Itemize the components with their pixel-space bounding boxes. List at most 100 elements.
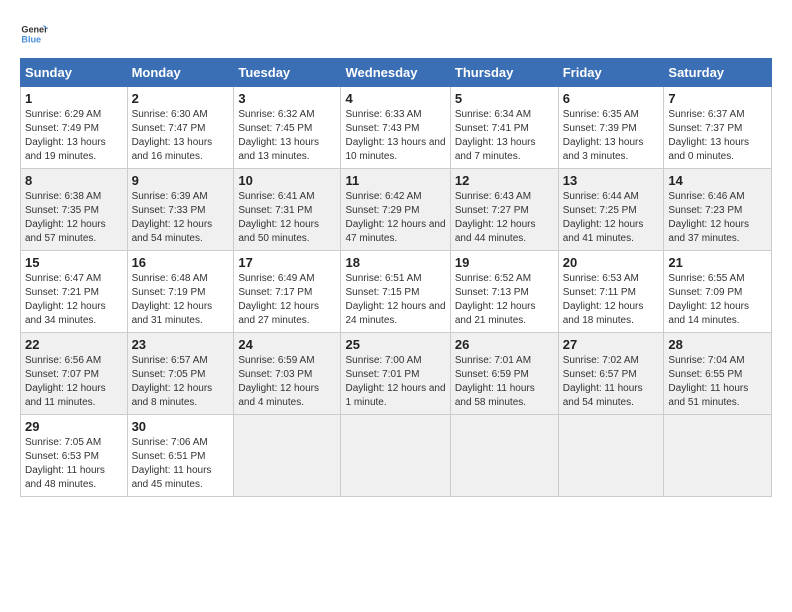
day-info: Sunrise: 7:01 AMSunset: 6:59 PMDaylight:…	[455, 354, 554, 410]
calendar-cell: 14 Sunrise: 6:46 AMSunset: 7:23 PMDayligh…	[664, 169, 772, 251]
day-info: Sunrise: 6:56 AMSunset: 7:07 PMDaylight:…	[25, 354, 123, 410]
calendar-cell	[234, 415, 341, 497]
weekday-header-monday: Monday	[127, 59, 234, 87]
day-info: Sunrise: 6:46 AMSunset: 7:23 PMDaylight:…	[668, 190, 767, 246]
day-info: Sunrise: 6:34 AMSunset: 7:41 PMDaylight:…	[455, 108, 554, 164]
day-info: Sunrise: 6:49 AMSunset: 7:17 PMDaylight:…	[238, 272, 336, 328]
day-info: Sunrise: 6:53 AMSunset: 7:11 PMDaylight:…	[563, 272, 660, 328]
logo-icon: General Blue	[20, 20, 48, 48]
calendar-cell: 26 Sunrise: 7:01 AMSunset: 6:59 PMDayligh…	[450, 333, 558, 415]
day-number: 3	[238, 91, 336, 106]
day-number: 20	[563, 255, 660, 270]
calendar-cell: 9 Sunrise: 6:39 AMSunset: 7:33 PMDaylight…	[127, 169, 234, 251]
day-number: 29	[25, 419, 123, 434]
calendar-cell	[450, 415, 558, 497]
day-info: Sunrise: 6:29 AMSunset: 7:49 PMDaylight:…	[25, 108, 123, 164]
day-number: 13	[563, 173, 660, 188]
day-number: 14	[668, 173, 767, 188]
calendar-cell	[341, 415, 450, 497]
day-info: Sunrise: 7:05 AMSunset: 6:53 PMDaylight:…	[25, 436, 123, 492]
day-info: Sunrise: 6:37 AMSunset: 7:37 PMDaylight:…	[668, 108, 767, 164]
day-number: 10	[238, 173, 336, 188]
day-number: 2	[132, 91, 230, 106]
calendar-cell: 13 Sunrise: 6:44 AMSunset: 7:25 PMDayligh…	[558, 169, 664, 251]
day-info: Sunrise: 7:00 AMSunset: 7:01 PMDaylight:…	[345, 354, 445, 410]
day-info: Sunrise: 7:04 AMSunset: 6:55 PMDaylight:…	[668, 354, 767, 410]
day-number: 21	[668, 255, 767, 270]
calendar-cell: 30 Sunrise: 7:06 AMSunset: 6:51 PMDayligh…	[127, 415, 234, 497]
day-number: 12	[455, 173, 554, 188]
weekday-header-sunday: Sunday	[21, 59, 128, 87]
calendar-cell	[664, 415, 772, 497]
day-number: 8	[25, 173, 123, 188]
calendar-cell: 29 Sunrise: 7:05 AMSunset: 6:53 PMDayligh…	[21, 415, 128, 497]
day-number: 18	[345, 255, 445, 270]
day-number: 16	[132, 255, 230, 270]
day-number: 19	[455, 255, 554, 270]
weekday-header-wednesday: Wednesday	[341, 59, 450, 87]
day-info: Sunrise: 7:02 AMSunset: 6:57 PMDaylight:…	[563, 354, 660, 410]
day-number: 26	[455, 337, 554, 352]
day-info: Sunrise: 6:32 AMSunset: 7:45 PMDaylight:…	[238, 108, 336, 164]
day-info: Sunrise: 6:33 AMSunset: 7:43 PMDaylight:…	[345, 108, 445, 164]
weekday-header-saturday: Saturday	[664, 59, 772, 87]
day-info: Sunrise: 6:51 AMSunset: 7:15 PMDaylight:…	[345, 272, 445, 328]
day-number: 22	[25, 337, 123, 352]
day-info: Sunrise: 6:59 AMSunset: 7:03 PMDaylight:…	[238, 354, 336, 410]
calendar-cell: 4Sunrise: 6:33 AMSunset: 7:43 PMDaylight…	[341, 87, 450, 169]
calendar-cell: 19 Sunrise: 6:52 AMSunset: 7:13 PMDayligh…	[450, 251, 558, 333]
day-number: 30	[132, 419, 230, 434]
day-number: 23	[132, 337, 230, 352]
calendar-cell: 20 Sunrise: 6:53 AMSunset: 7:11 PMDayligh…	[558, 251, 664, 333]
day-number: 5	[455, 91, 554, 106]
svg-text:Blue: Blue	[21, 34, 41, 44]
day-number: 6	[563, 91, 660, 106]
day-number: 1	[25, 91, 123, 106]
calendar-cell: 6 Sunrise: 6:35 AMSunset: 7:39 PMDaylight…	[558, 87, 664, 169]
calendar-cell: 24 Sunrise: 6:59 AMSunset: 7:03 PMDayligh…	[234, 333, 341, 415]
day-info: Sunrise: 6:57 AMSunset: 7:05 PMDaylight:…	[132, 354, 230, 410]
calendar-cell: 25 Sunrise: 7:00 AMSunset: 7:01 PMDayligh…	[341, 333, 450, 415]
calendar-cell: 3 Sunrise: 6:32 AMSunset: 7:45 PMDaylight…	[234, 87, 341, 169]
calendar-cell: 8 Sunrise: 6:38 AMSunset: 7:35 PMDaylight…	[21, 169, 128, 251]
logo: General Blue	[20, 20, 52, 48]
day-info: Sunrise: 6:55 AMSunset: 7:09 PMDaylight:…	[668, 272, 767, 328]
weekday-header-friday: Friday	[558, 59, 664, 87]
day-number: 9	[132, 173, 230, 188]
day-number: 27	[563, 337, 660, 352]
calendar-cell: 27 Sunrise: 7:02 AMSunset: 6:57 PMDayligh…	[558, 333, 664, 415]
weekday-header-tuesday: Tuesday	[234, 59, 341, 87]
day-number: 24	[238, 337, 336, 352]
day-info: Sunrise: 6:39 AMSunset: 7:33 PMDaylight:…	[132, 190, 230, 246]
calendar-cell: 16 Sunrise: 6:48 AMSunset: 7:19 PMDayligh…	[127, 251, 234, 333]
day-info: Sunrise: 6:52 AMSunset: 7:13 PMDaylight:…	[455, 272, 554, 328]
calendar-cell: 17 Sunrise: 6:49 AMSunset: 7:17 PMDayligh…	[234, 251, 341, 333]
day-number: 7	[668, 91, 767, 106]
day-info: Sunrise: 6:48 AMSunset: 7:19 PMDaylight:…	[132, 272, 230, 328]
day-number: 17	[238, 255, 336, 270]
day-info: Sunrise: 6:35 AMSunset: 7:39 PMDaylight:…	[563, 108, 660, 164]
calendar-cell: 18 Sunrise: 6:51 AMSunset: 7:15 PMDayligh…	[341, 251, 450, 333]
calendar-cell: 15Sunrise: 6:47 AMSunset: 7:21 PMDayligh…	[21, 251, 128, 333]
day-info: Sunrise: 6:38 AMSunset: 7:35 PMDaylight:…	[25, 190, 123, 246]
day-info: Sunrise: 6:43 AMSunset: 7:27 PMDaylight:…	[455, 190, 554, 246]
page-header: General Blue	[20, 20, 772, 48]
calendar-cell: 7 Sunrise: 6:37 AMSunset: 7:37 PMDaylight…	[664, 87, 772, 169]
day-number: 25	[345, 337, 445, 352]
day-info: Sunrise: 6:44 AMSunset: 7:25 PMDaylight:…	[563, 190, 660, 246]
day-info: Sunrise: 6:30 AMSunset: 7:47 PMDaylight:…	[132, 108, 230, 164]
calendar-cell: 1 Sunrise: 6:29 AMSunset: 7:49 PMDaylight…	[21, 87, 128, 169]
calendar-cell: 12 Sunrise: 6:43 AMSunset: 7:27 PMDayligh…	[450, 169, 558, 251]
day-info: Sunrise: 7:06 AMSunset: 6:51 PMDaylight:…	[132, 436, 230, 492]
calendar-cell: 5 Sunrise: 6:34 AMSunset: 7:41 PMDaylight…	[450, 87, 558, 169]
weekday-header-thursday: Thursday	[450, 59, 558, 87]
calendar-cell: 22 Sunrise: 6:56 AMSunset: 7:07 PMDayligh…	[21, 333, 128, 415]
calendar-table: SundayMondayTuesdayWednesdayThursdayFrid…	[20, 58, 772, 497]
calendar-cell	[558, 415, 664, 497]
calendar-cell: 28 Sunrise: 7:04 AMSunset: 6:55 PMDayligh…	[664, 333, 772, 415]
day-number: 28	[668, 337, 767, 352]
day-info: Sunrise: 6:42 AMSunset: 7:29 PMDaylight:…	[345, 190, 445, 246]
day-info: Sunrise: 6:41 AMSunset: 7:31 PMDaylight:…	[238, 190, 336, 246]
calendar-cell: 21 Sunrise: 6:55 AMSunset: 7:09 PMDayligh…	[664, 251, 772, 333]
day-number: 11	[345, 173, 445, 188]
